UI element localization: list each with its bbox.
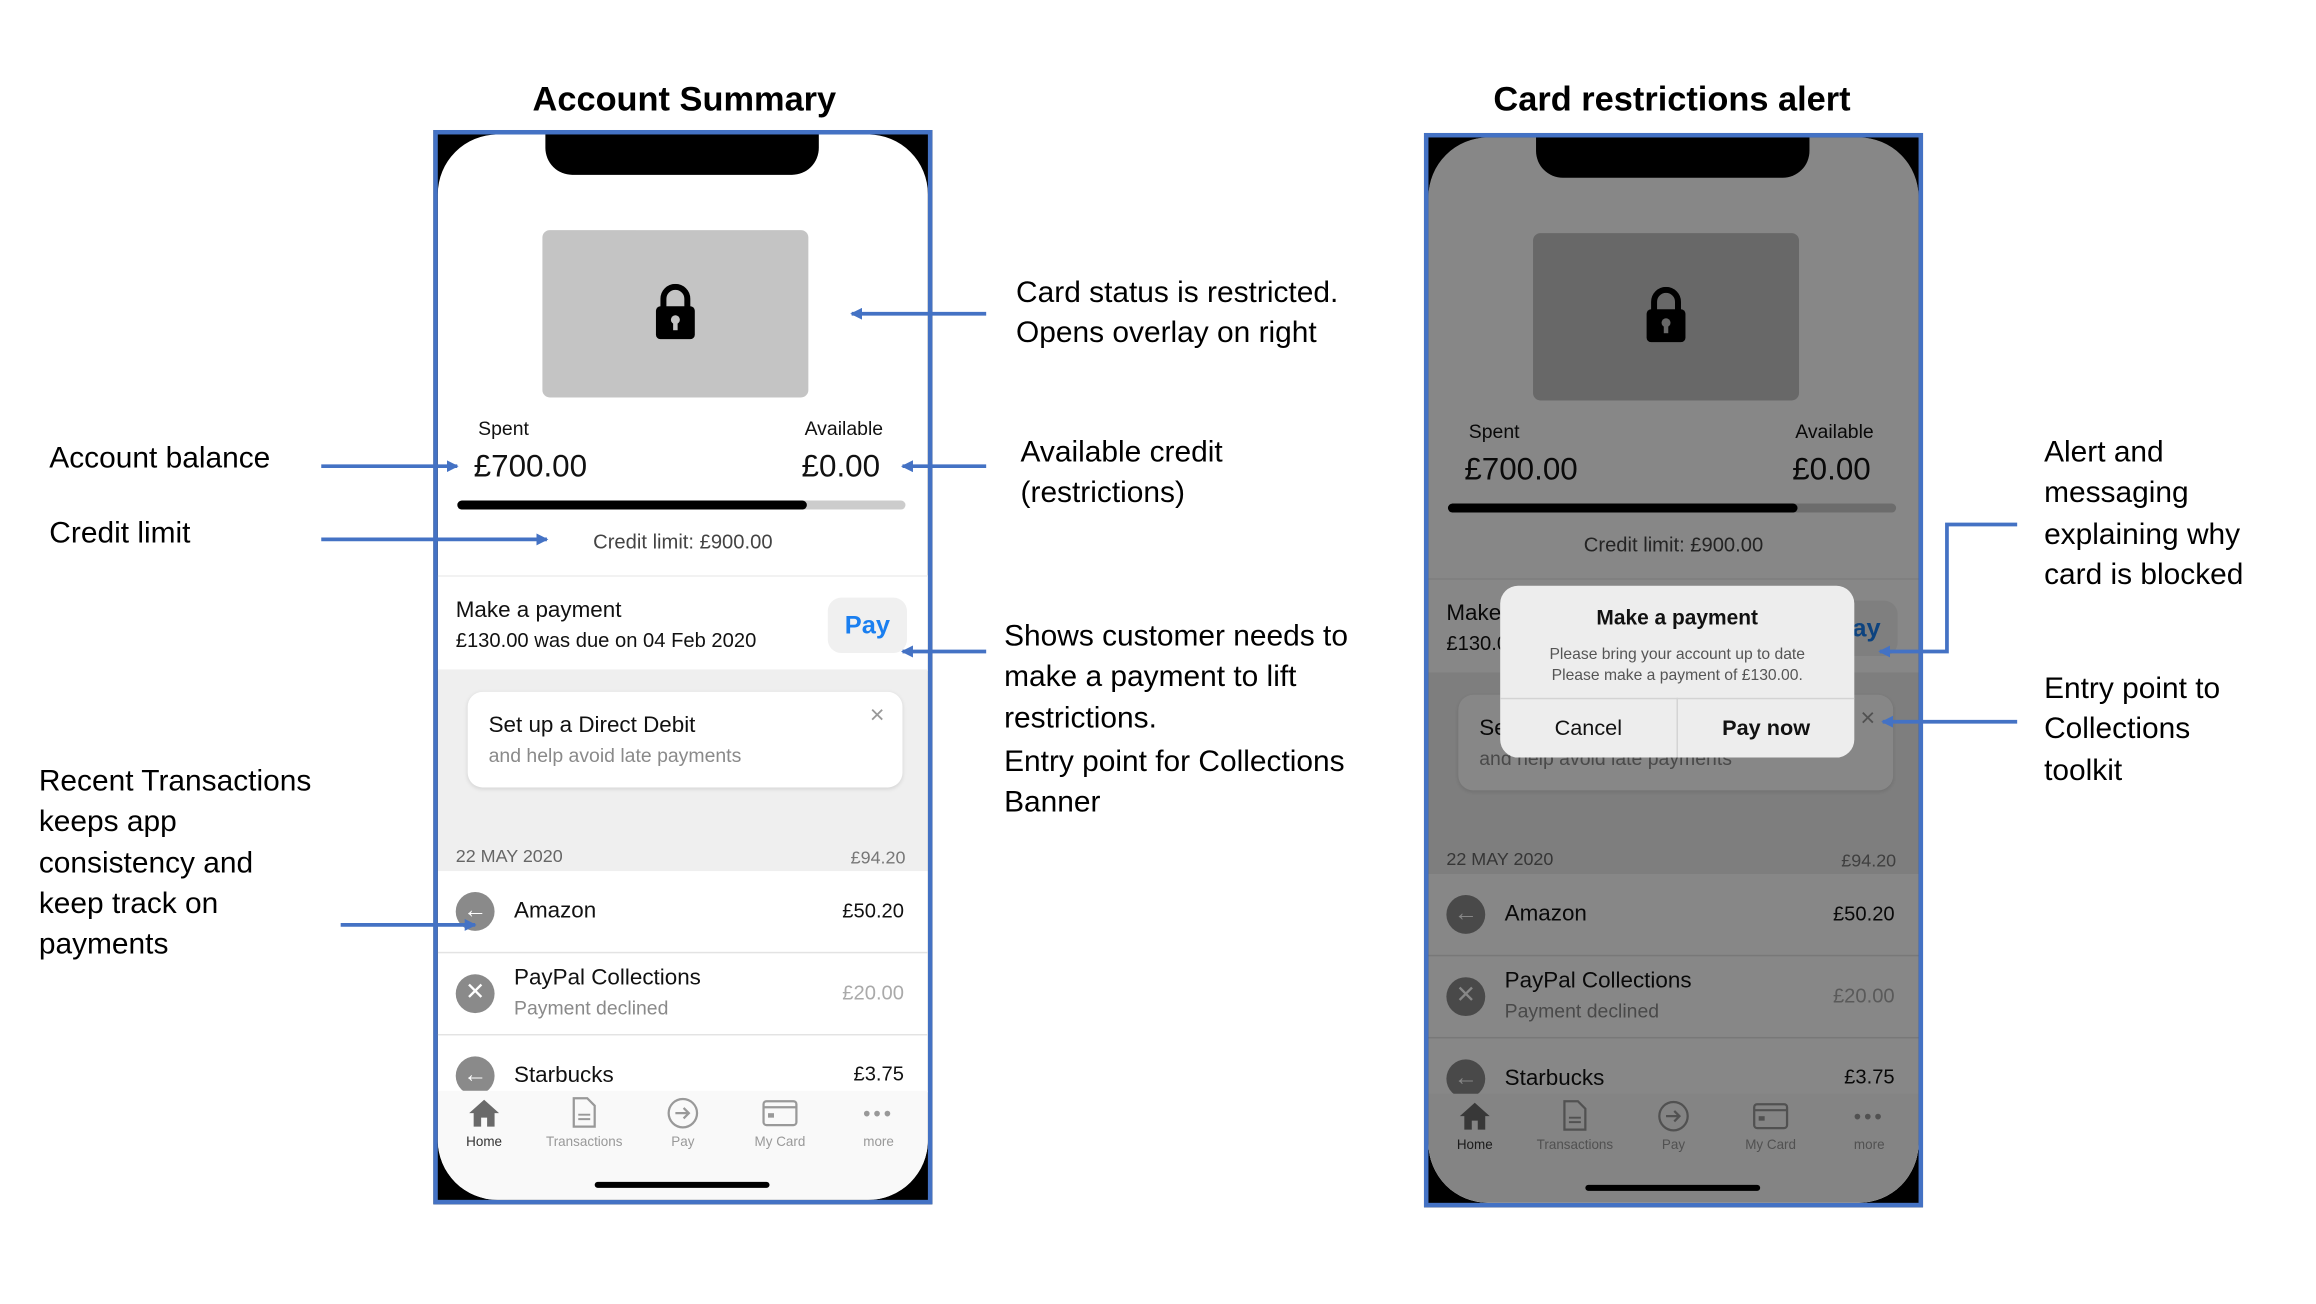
diagram: Account Summary Card restrictions alert … [0,0,2316,1304]
arrow-alert-messaging [1878,522,2018,658]
annotation-arrows [321,307,2018,931]
